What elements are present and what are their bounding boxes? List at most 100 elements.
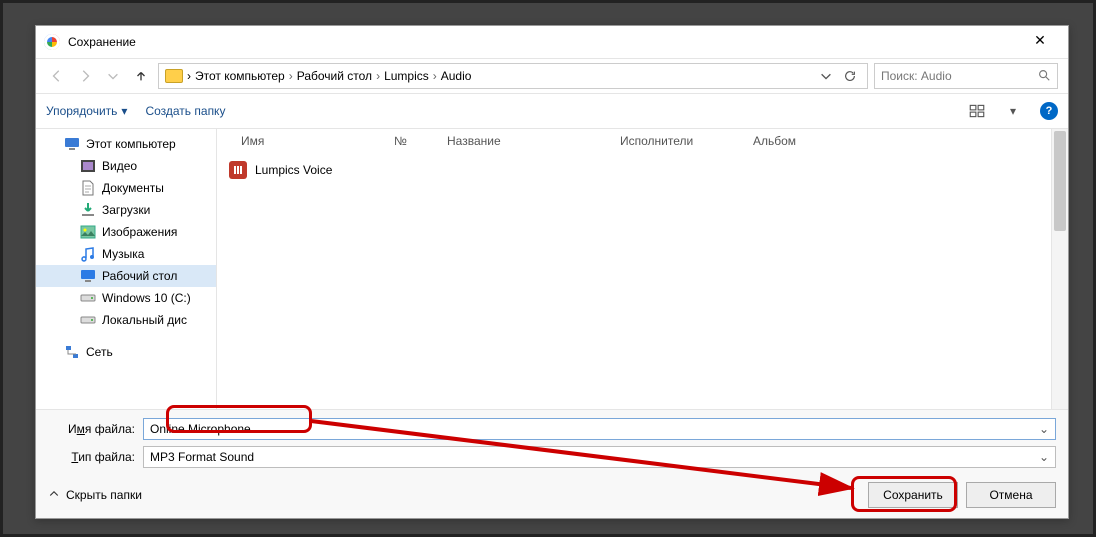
button-label: Упорядочить [46, 104, 117, 118]
sidebar: Этот компьютер Видео Документы Загрузки … [36, 129, 217, 409]
chevron-right-icon: › [376, 69, 380, 83]
sidebar-item-videos[interactable]: Видео [36, 155, 216, 177]
download-icon [80, 202, 96, 218]
command-row: Упорядочить ▾ Создать папку ▾ ? [36, 94, 1068, 129]
chevron-right-icon: › [289, 69, 293, 83]
crumb-label: Этот компьютер [195, 69, 285, 83]
sidebar-item-label: Документы [102, 181, 164, 195]
list-item[interactable]: Lumpics Voice [229, 159, 1039, 181]
organize-button[interactable]: Упорядочить ▾ [46, 104, 127, 118]
refresh-button[interactable] [839, 65, 861, 87]
path-dropdown-icon[interactable] [815, 65, 837, 87]
close-button[interactable]: ✕ [1020, 32, 1060, 52]
search-placeholder: Поиск: Audio [881, 69, 952, 83]
sidebar-item-label: Видео [102, 159, 137, 173]
col-album[interactable]: Альбом [747, 134, 880, 148]
audio-file-icon [229, 161, 247, 179]
sidebar-item-label: Сеть [86, 345, 113, 359]
view-options-button[interactable] [968, 102, 986, 120]
col-artists[interactable]: Исполнители [614, 134, 747, 148]
image-icon [80, 224, 96, 240]
window-title: Сохранение [68, 35, 136, 49]
sidebar-item-pictures[interactable]: Изображения [36, 221, 216, 243]
button-label: Отмена [989, 488, 1032, 502]
sidebar-item-label: Windows 10 (C:) [102, 291, 191, 305]
sidebar-item-desktop[interactable]: Рабочий стол [36, 265, 216, 287]
sidebar-item-label: Загрузки [102, 203, 150, 217]
scrollbar-thumb[interactable] [1054, 131, 1066, 231]
chevron-down-icon: ▾ [121, 104, 127, 118]
save-button[interactable]: Сохранить [868, 482, 958, 508]
crumb-label: Audio [441, 69, 472, 83]
document-icon [80, 180, 96, 196]
filename-label: Имя файла: [48, 422, 143, 436]
filetype-field-wrap: MP3 Format Sound ⌄ [143, 446, 1056, 468]
chevron-down-icon[interactable]: ⌄ [1036, 418, 1052, 440]
view-dropdown-icon[interactable]: ▾ [1004, 102, 1022, 120]
filetype-label: Тип файла: [48, 450, 143, 464]
filename-input[interactable] [143, 418, 1056, 440]
monitor-icon [64, 136, 80, 152]
hide-folders-button[interactable]: Скрыть папки [48, 488, 142, 503]
drive-icon [80, 290, 96, 306]
network-icon [64, 344, 80, 360]
help-button[interactable]: ? [1040, 102, 1058, 120]
sidebar-item-label: Музыка [102, 247, 144, 261]
chevron-right-icon: › [187, 69, 191, 83]
scrollbar[interactable] [1051, 129, 1068, 409]
column-headers: Имя № Название Исполнители Альбом [217, 129, 1051, 153]
sidebar-item-label: Локальный дис [102, 313, 187, 327]
file-pane: Имя № Название Исполнители Альбом Lumpic… [217, 129, 1051, 409]
video-icon [80, 158, 96, 174]
filetype-value: MP3 Format Sound [150, 450, 254, 464]
nav-row: › Этот компьютер › Рабочий стол › Lumpics ›… [36, 59, 1068, 94]
crumb-3[interactable]: Audio [441, 69, 472, 83]
sidebar-item-drive-c[interactable]: Windows 10 (C:) [36, 287, 216, 309]
sidebar-item-network[interactable]: Сеть [36, 341, 216, 363]
col-title[interactable]: Название [441, 134, 614, 148]
music-icon [80, 246, 96, 262]
folder-icon [165, 69, 183, 83]
up-button[interactable] [130, 65, 152, 87]
sidebar-item-label: Этот компьютер [86, 137, 176, 151]
col-name[interactable]: Имя [235, 134, 388, 148]
chevron-right-icon: › [433, 69, 437, 83]
recent-dropdown-icon[interactable] [102, 65, 124, 87]
drive-icon [80, 312, 96, 328]
new-folder-button[interactable]: Создать папку [145, 104, 225, 118]
sidebar-item-documents[interactable]: Документы [36, 177, 216, 199]
chevron-up-icon [48, 488, 60, 503]
back-button[interactable] [46, 65, 68, 87]
chrome-icon [44, 34, 60, 50]
search-icon [1037, 68, 1051, 85]
sidebar-item-downloads[interactable]: Загрузки [36, 199, 216, 221]
cancel-button[interactable]: Отмена [966, 482, 1056, 508]
file-name: Lumpics Voice [255, 163, 332, 177]
file-list[interactable]: Lumpics Voice [217, 153, 1051, 409]
crumb-label: Lumpics [384, 69, 429, 83]
col-trackno[interactable]: № [388, 134, 441, 148]
sidebar-item-local-disk[interactable]: Локальный дис [36, 309, 216, 331]
crumb-label: Рабочий стол [297, 69, 372, 83]
crumb-0[interactable]: Этот компьютер › [195, 69, 293, 83]
search-input[interactable]: Поиск: Audio [874, 63, 1058, 89]
sidebar-item-label: Изображения [102, 225, 177, 239]
breadcrumb[interactable]: › Этот компьютер › Рабочий стол › Lumpics ›… [158, 63, 868, 89]
bottom-panel: Имя файла: ⌄ Тип файла: MP3 Format Sound… [36, 409, 1068, 518]
button-row: Скрыть папки Сохранить Отмена [48, 482, 1056, 508]
screenshot-frame: Сохранение ✕ › Этот компьютер › Рабочий с… [0, 0, 1096, 537]
forward-button[interactable] [74, 65, 96, 87]
button-label: Сохранить [883, 488, 943, 502]
button-label: Создать папку [145, 104, 225, 118]
sidebar-item-label: Рабочий стол [102, 269, 177, 283]
sidebar-item-music[interactable]: Музыка [36, 243, 216, 265]
crumb-2[interactable]: Lumpics › [384, 69, 437, 83]
filetype-combo[interactable]: MP3 Format Sound [143, 446, 1056, 468]
sidebar-item-this-pc[interactable]: Этот компьютер [36, 133, 216, 155]
filename-field-wrap: ⌄ [143, 418, 1056, 440]
chevron-down-icon[interactable]: ⌄ [1036, 446, 1052, 468]
desktop-icon [80, 268, 96, 284]
dialog-body: Этот компьютер Видео Документы Загрузки … [36, 129, 1068, 409]
save-dialog: Сохранение ✕ › Этот компьютер › Рабочий с… [35, 25, 1069, 519]
crumb-1[interactable]: Рабочий стол › [297, 69, 380, 83]
